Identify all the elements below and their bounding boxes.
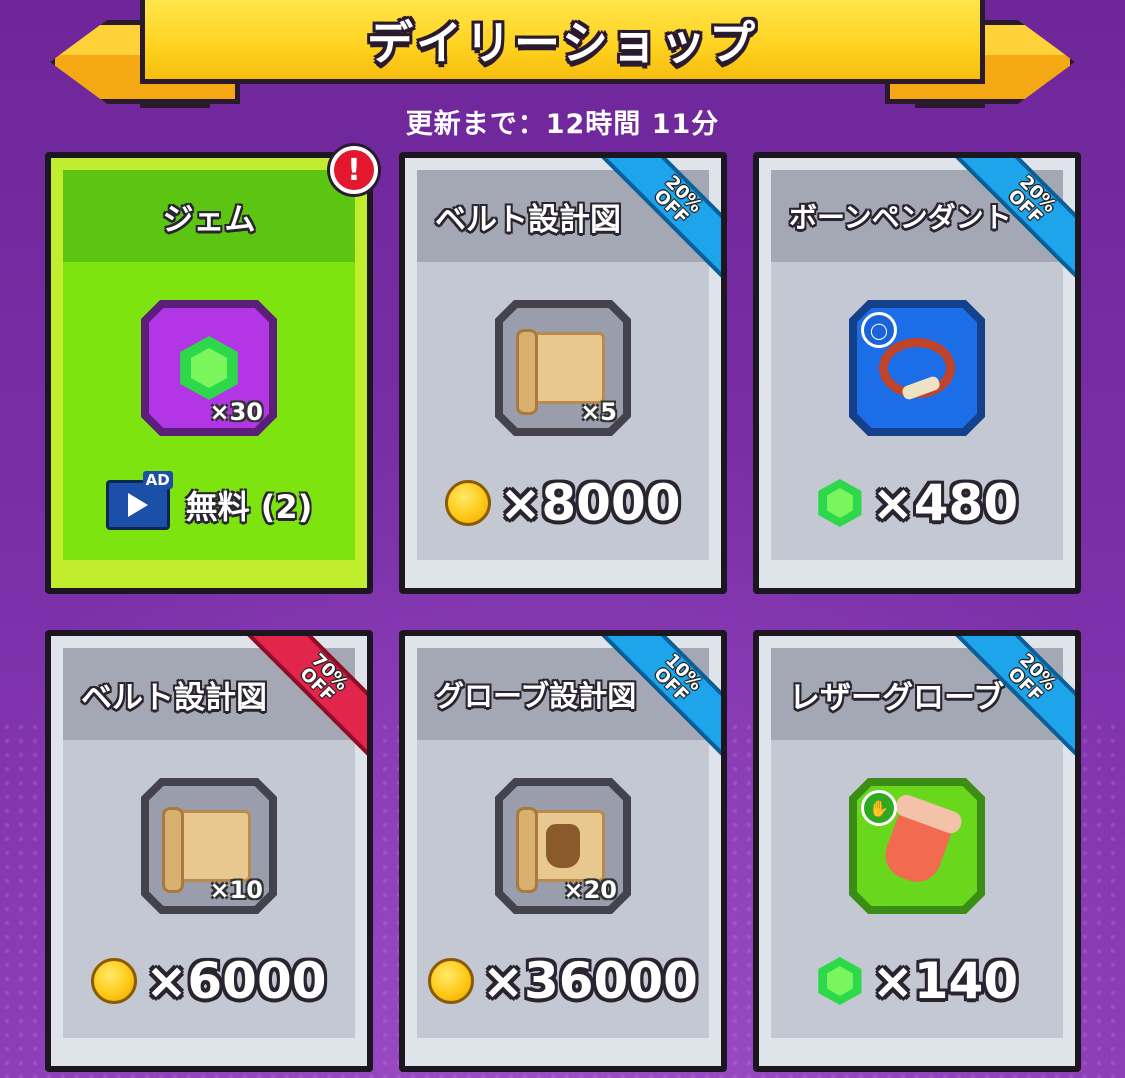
shop-card-gem[interactable]: ジェム ×30 AD 無料 (2) <box>45 152 373 594</box>
price-button[interactable]: ×140 <box>771 952 1063 1010</box>
card-title: レザーグローブ <box>789 679 1005 716</box>
item-tile: ◯ <box>849 300 985 436</box>
item-tile: ×20 <box>495 778 631 914</box>
card-body: ベルト設計図 ×10 ×6000 <box>63 648 355 1038</box>
necklace-slot-icon: ◯ <box>861 312 897 348</box>
belt-blueprint-icon <box>162 807 251 893</box>
price-button[interactable]: ×480 <box>771 474 1063 532</box>
shop-card-leather-glove[interactable]: レザーグローブ ✋ ×140 20% OFF <box>753 630 1081 1072</box>
price-value: ×6000 <box>145 952 327 1010</box>
card-header: ジェム <box>63 170 355 262</box>
price-value: ×36000 <box>482 952 698 1010</box>
bone-pendant-icon <box>879 338 955 398</box>
card-body: ジェム ×30 AD 無料 (2) <box>63 170 355 560</box>
price-value: ×480 <box>871 474 1019 532</box>
shop-card-belt-blueprint[interactable]: ベルト設計図 ×10 ×6000 70% OFF <box>45 630 373 1072</box>
coin-icon <box>428 958 475 1004</box>
price-value: ×140 <box>871 952 1019 1010</box>
card-title: ベルト設計図 <box>435 201 621 238</box>
card-body: ボーンペンダント ◯ ×480 <box>771 170 1063 560</box>
item-tile: ✋ <box>849 778 985 914</box>
shop-card-glove-blueprint[interactable]: グローブ設計図 ×20 ×36000 10% OFF <box>399 630 727 1072</box>
coin-icon <box>91 958 138 1004</box>
price-button[interactable]: ×36000 <box>417 952 709 1010</box>
free-count-label: 無料 (2) <box>185 488 313 526</box>
ad-video-icon: AD <box>105 471 173 530</box>
card-body: レザーグローブ ✋ ×140 <box>771 648 1063 1038</box>
item-tile: ×5 <box>495 300 631 436</box>
item-quantity: ×30 <box>209 398 263 426</box>
card-body: ベルト設計図 ×5 ×8000 <box>417 170 709 560</box>
gem-icon <box>818 479 862 527</box>
belt-blueprint-icon <box>516 329 605 415</box>
glove-blueprint-icon <box>516 807 605 893</box>
item-quantity: ×5 <box>580 398 617 426</box>
free-ad-button[interactable]: AD 無料 (2) <box>63 471 355 530</box>
coin-icon <box>445 480 492 526</box>
card-title: ジェム <box>162 201 256 238</box>
shop-card-bone-pendant[interactable]: ボーンペンダント ◯ ×480 20% OFF <box>753 152 1081 594</box>
card-body: グローブ設計図 ×20 ×36000 <box>417 648 709 1038</box>
item-tile: ×10 <box>141 778 277 914</box>
item-quantity: ×10 <box>209 876 263 904</box>
page-title: デイリーショップ <box>366 15 759 70</box>
item-quantity: ×20 <box>563 876 617 904</box>
item-tile: ×30 <box>141 300 277 436</box>
price-button[interactable]: ×8000 <box>417 474 709 532</box>
card-title: グローブ設計図 <box>435 679 637 713</box>
alert-badge: ! <box>330 146 378 194</box>
price-button[interactable]: ×6000 <box>63 952 355 1010</box>
banner-main: デイリーショップ <box>140 0 985 84</box>
gem-icon <box>818 957 862 1005</box>
refresh-timer: 更新まで：12時間 11分 <box>405 109 720 140</box>
glove-slot-icon: ✋ <box>861 790 897 826</box>
ad-tag: AD <box>142 471 173 489</box>
card-title: ベルト設計図 <box>81 679 267 716</box>
price-value: ×8000 <box>499 474 681 532</box>
shop-card-belt-blueprint[interactable]: ベルト設計図 ×5 ×8000 20% OFF <box>399 152 727 594</box>
card-title: ボーンペンダント <box>789 201 1012 234</box>
gem-icon <box>180 336 238 400</box>
